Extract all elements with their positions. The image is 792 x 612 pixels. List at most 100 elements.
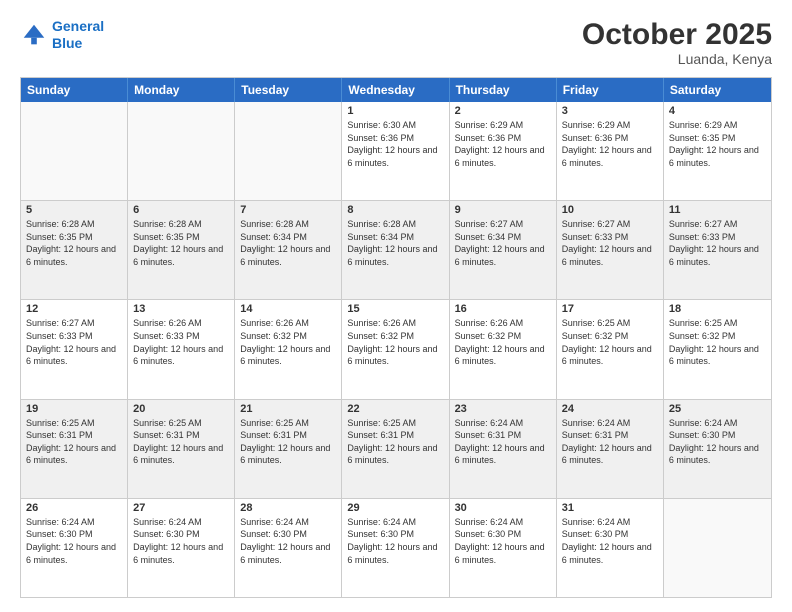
cal-cell-empty-0-2	[235, 102, 342, 200]
weekday-header-friday: Friday	[557, 78, 664, 102]
cell-info: Sunrise: 6:25 AM Sunset: 6:31 PM Dayligh…	[133, 417, 229, 467]
cal-cell-17: 17 Sunrise: 6:25 AM Sunset: 6:32 PM Dayli…	[557, 300, 664, 398]
month-year: October 2025	[582, 18, 772, 51]
cal-cell-2: 2Sunrise: 6:29 AM Sunset: 6:36 PM Daylig…	[450, 102, 557, 200]
cell-info: Sunrise: 6:28 AM Sunset: 6:34 PM Dayligh…	[347, 218, 443, 268]
cell-info: Sunrise: 6:25 AM Sunset: 6:32 PM Dayligh…	[562, 317, 658, 367]
cal-cell-14: 14 Sunrise: 6:26 AM Sunset: 6:32 PM Dayli…	[235, 300, 342, 398]
day-number: 7	[240, 204, 336, 216]
cal-cell-1: 1 Sunrise: 6:30 AM Sunset: 6:36 PM Daylig…	[342, 102, 449, 200]
day-number: 8	[347, 204, 443, 216]
day-number: 28	[240, 502, 336, 514]
cal-cell-8: 8 Sunrise: 6:28 AM Sunset: 6:34 PM Daylig…	[342, 201, 449, 299]
cal-cell-11: 11 Sunrise: 6:27 AM Sunset: 6:33 PM Dayli…	[664, 201, 771, 299]
page: General Blue October 2025 Luanda, Kenya …	[0, 0, 792, 612]
day-number: 25	[669, 403, 766, 415]
calendar-body: 1 Sunrise: 6:30 AM Sunset: 6:36 PM Daylig…	[21, 102, 771, 597]
day-number: 26	[26, 502, 122, 514]
weekday-header-monday: Monday	[128, 78, 235, 102]
day-number: 11	[669, 204, 766, 216]
cal-cell-26: 26 Sunrise: 6:24 AM Sunset: 6:30 PM Dayli…	[21, 499, 128, 597]
cal-cell-13: 13 Sunrise: 6:26 AM Sunset: 6:33 PM Dayli…	[128, 300, 235, 398]
day-number: 31	[562, 502, 658, 514]
cal-cell-empty-0-0	[21, 102, 128, 200]
weekday-header-sunday: Sunday	[21, 78, 128, 102]
day-number: 5	[26, 204, 122, 216]
cal-cell-empty-0-1	[128, 102, 235, 200]
cell-info: Sunrise: 6:26 AM Sunset: 6:32 PM Dayligh…	[240, 317, 336, 367]
location: Luanda, Kenya	[582, 51, 772, 67]
cell-info: Sunrise: 6:27 AM Sunset: 6:33 PM Dayligh…	[26, 317, 122, 367]
cell-info: Sunrise: 6:28 AM Sunset: 6:35 PM Dayligh…	[133, 218, 229, 268]
day-number: 6	[133, 204, 229, 216]
cal-cell-5: 5 Sunrise: 6:28 AM Sunset: 6:35 PM Daylig…	[21, 201, 128, 299]
cal-cell-12: 12 Sunrise: 6:27 AM Sunset: 6:33 PM Dayli…	[21, 300, 128, 398]
day-number: 12	[26, 303, 122, 315]
cal-cell-15: 15 Sunrise: 6:26 AM Sunset: 6:32 PM Dayli…	[342, 300, 449, 398]
logo-icon	[20, 21, 48, 49]
day-number: 9	[455, 204, 551, 216]
day-number: 29	[347, 502, 443, 514]
cell-info: Sunrise: 6:25 AM Sunset: 6:31 PM Dayligh…	[347, 417, 443, 467]
weekday-header-tuesday: Tuesday	[235, 78, 342, 102]
day-number: 3	[562, 105, 658, 117]
calendar-header: SundayMondayTuesdayWednesdayThursdayFrid…	[21, 78, 771, 102]
logo-text: General Blue	[52, 18, 104, 52]
day-number: 27	[133, 502, 229, 514]
cell-info: Sunrise: 6:24 AM Sunset: 6:30 PM Dayligh…	[240, 516, 336, 566]
cell-info: Sunrise: 6:25 AM Sunset: 6:31 PM Dayligh…	[26, 417, 122, 467]
day-number: 17	[562, 303, 658, 315]
cal-cell-19: 19 Sunrise: 6:25 AM Sunset: 6:31 PM Dayli…	[21, 400, 128, 498]
calendar-row-0: 1 Sunrise: 6:30 AM Sunset: 6:36 PM Daylig…	[21, 102, 771, 200]
day-number: 19	[26, 403, 122, 415]
cell-info: Sunrise: 6:27 AM Sunset: 6:34 PM Dayligh…	[455, 218, 551, 268]
cal-cell-16: 16 Sunrise: 6:26 AM Sunset: 6:32 PM Dayli…	[450, 300, 557, 398]
cell-info: Sunrise: 6:24 AM Sunset: 6:31 PM Dayligh…	[455, 417, 551, 467]
day-number: 1	[347, 105, 443, 117]
cell-info: Sunrise: 6:26 AM Sunset: 6:32 PM Dayligh…	[347, 317, 443, 367]
day-number: 13	[133, 303, 229, 315]
cell-info: Sunrise: 6:30 AM Sunset: 6:36 PM Dayligh…	[347, 119, 443, 169]
day-number: 15	[347, 303, 443, 315]
cell-info: Sunrise: 6:28 AM Sunset: 6:35 PM Dayligh…	[26, 218, 122, 268]
cell-info: Sunrise: 6:29 AM Sunset: 6:35 PM Dayligh…	[669, 119, 766, 169]
cell-info: Sunrise: 6:27 AM Sunset: 6:33 PM Dayligh…	[562, 218, 658, 268]
cell-info: Sunrise: 6:27 AM Sunset: 6:33 PM Dayligh…	[669, 218, 766, 268]
day-number: 22	[347, 403, 443, 415]
cell-info: Sunrise: 6:24 AM Sunset: 6:30 PM Dayligh…	[26, 516, 122, 566]
day-number: 18	[669, 303, 766, 315]
cell-info: Sunrise: 6:24 AM Sunset: 6:30 PM Dayligh…	[133, 516, 229, 566]
weekday-header-wednesday: Wednesday	[342, 78, 449, 102]
cal-cell-4: 4 Sunrise: 6:29 AM Sunset: 6:35 PM Daylig…	[664, 102, 771, 200]
day-number: 20	[133, 403, 229, 415]
cell-info: Sunrise: 6:26 AM Sunset: 6:32 PM Dayligh…	[455, 317, 551, 367]
logo-line1: General	[52, 18, 104, 34]
cal-cell-empty-4-6	[664, 499, 771, 597]
day-number: 16	[455, 303, 551, 315]
cal-cell-9: 9 Sunrise: 6:27 AM Sunset: 6:34 PM Daylig…	[450, 201, 557, 299]
cal-cell-29: 29 Sunrise: 6:24 AM Sunset: 6:30 PM Dayli…	[342, 499, 449, 597]
cell-info: Sunrise: 6:25 AM Sunset: 6:32 PM Dayligh…	[669, 317, 766, 367]
cal-cell-20: 20 Sunrise: 6:25 AM Sunset: 6:31 PM Dayli…	[128, 400, 235, 498]
cell-info: Sunrise: 6:29 AM Sunset: 6:36 PM Dayligh…	[562, 119, 658, 169]
cell-info: Sunrise: 6:26 AM Sunset: 6:33 PM Dayligh…	[133, 317, 229, 367]
cal-cell-30: 30Sunrise: 6:24 AM Sunset: 6:30 PM Dayli…	[450, 499, 557, 597]
cell-info: Sunrise: 6:24 AM Sunset: 6:30 PM Dayligh…	[347, 516, 443, 566]
day-number: 4	[669, 105, 766, 117]
day-number: 23	[455, 403, 551, 415]
weekday-header-thursday: Thursday	[450, 78, 557, 102]
cal-cell-27: 27 Sunrise: 6:24 AM Sunset: 6:30 PM Dayli…	[128, 499, 235, 597]
day-number: 24	[562, 403, 658, 415]
cell-info: Sunrise: 6:29 AM Sunset: 6:36 PM Dayligh…	[455, 119, 551, 169]
cal-cell-28: 28 Sunrise: 6:24 AM Sunset: 6:30 PM Dayli…	[235, 499, 342, 597]
calendar-row-3: 19 Sunrise: 6:25 AM Sunset: 6:31 PM Dayli…	[21, 399, 771, 498]
day-number: 14	[240, 303, 336, 315]
cal-cell-23: 23 Sunrise: 6:24 AM Sunset: 6:31 PM Dayli…	[450, 400, 557, 498]
cell-info: Sunrise: 6:25 AM Sunset: 6:31 PM Dayligh…	[240, 417, 336, 467]
cell-info: Sunrise: 6:24 AM Sunset: 6:30 PM Dayligh…	[669, 417, 766, 467]
cal-cell-7: 7Sunrise: 6:28 AM Sunset: 6:34 PM Daylig…	[235, 201, 342, 299]
cal-cell-24: 24Sunrise: 6:24 AM Sunset: 6:31 PM Dayli…	[557, 400, 664, 498]
day-number: 10	[562, 204, 658, 216]
calendar-row-1: 5 Sunrise: 6:28 AM Sunset: 6:35 PM Daylig…	[21, 200, 771, 299]
header: General Blue October 2025 Luanda, Kenya	[20, 18, 772, 67]
